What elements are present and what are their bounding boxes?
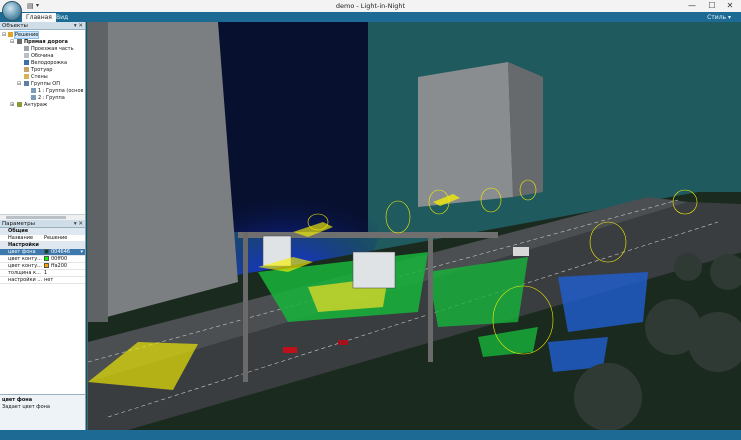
- params-panel-title: Параметры: [2, 221, 35, 227]
- chevron-down-icon[interactable]: ▾: [80, 249, 83, 256]
- prop-row-background-color[interactable]: цвет фона 004646 ▾: [0, 249, 85, 256]
- tree-expand-icon[interactable]: ⊞: [10, 102, 14, 109]
- style-menu[interactable]: Стиль ▾: [707, 13, 731, 22]
- gantry-pole: [243, 232, 248, 382]
- window-title: demo - Light-in-Night: [335, 2, 406, 10]
- building-left-side: [88, 22, 108, 322]
- tree-item-carriageway[interactable]: Проезжая часть: [24, 46, 74, 53]
- walls-icon: [24, 74, 29, 79]
- road-icon: [17, 39, 22, 44]
- objects-panel-header: Объекты ▾ ✕: [0, 22, 85, 30]
- luminaire-groups-icon: [24, 81, 29, 86]
- prop-row-name[interactable]: Название Решение: [0, 235, 85, 242]
- color-swatch: [44, 249, 49, 254]
- tree-item-sidewalk[interactable]: Тротуар: [24, 67, 52, 74]
- tree-item-walls[interactable]: Стены: [24, 74, 48, 81]
- car-red: [338, 340, 348, 345]
- building-center: [418, 62, 513, 207]
- tree-collapse-icon[interactable]: ⊟: [17, 81, 21, 88]
- van-white: [513, 247, 529, 256]
- tree-item-bike-lane[interactable]: Велодорожка: [24, 60, 67, 67]
- prop-row-contour-color-2[interactable]: цвет конту... ffa200: [0, 263, 85, 270]
- building-left: [88, 22, 238, 322]
- light-isoline-blue: [558, 272, 648, 332]
- close-button[interactable]: ✕: [721, 0, 739, 12]
- scrollbar-thumb[interactable]: [6, 216, 66, 219]
- car-red: [283, 347, 297, 353]
- ribbon-tab-bar: Главная Вид Стиль ▾: [0, 12, 741, 22]
- tree-item-roadside[interactable]: Обочина: [24, 53, 54, 60]
- tab-view[interactable]: Вид: [52, 13, 72, 22]
- tree-collapse-icon[interactable]: ⊟: [10, 39, 14, 46]
- tab-home[interactable]: Главная: [22, 13, 56, 22]
- tree-item-solution[interactable]: Решение: [8, 31, 40, 39]
- group-icon: [31, 88, 36, 93]
- bike-lane-icon: [24, 60, 29, 65]
- app-menu-button[interactable]: [2, 1, 22, 21]
- gantry-pole: [428, 237, 433, 362]
- prop-category-settings[interactable]: Настройки: [0, 242, 85, 249]
- tree-item-straight-road[interactable]: Прямая дорога: [17, 39, 68, 46]
- prop-row-contour-thickness[interactable]: толщина к... 1: [0, 270, 85, 277]
- tree-item-scenery[interactable]: Антураж: [17, 102, 47, 109]
- scene-render[interactable]: [88, 22, 741, 430]
- property-description: цвет фона Задает цвет фона: [0, 394, 85, 430]
- road-sign-panel: [352, 251, 396, 289]
- roadside-icon: [24, 53, 29, 58]
- objects-tree: ⊟ Решение ⊟ Прямая дорога Проезжая часть…: [0, 30, 85, 214]
- color-swatch: [44, 263, 49, 268]
- prop-row-settings[interactable]: настройки ... нет: [0, 277, 85, 284]
- tree-item-group-1[interactable]: 1 : Группа (основ: [31, 88, 83, 95]
- objects-panel-title: Объекты: [2, 23, 28, 29]
- description-title: цвет фона: [2, 397, 33, 403]
- minimize-button[interactable]: —: [683, 0, 701, 12]
- building-center-side: [508, 62, 543, 197]
- tree-item-luminaire-groups[interactable]: Группы ОП: [24, 81, 60, 88]
- maximize-button[interactable]: ☐: [703, 0, 721, 12]
- group-icon: [31, 95, 36, 100]
- solution-icon: [8, 32, 13, 37]
- title-bar: ▤ ▾ demo - Light-in-Night — ☐ ✕: [0, 0, 741, 21]
- scenery-icon: [17, 102, 22, 107]
- carriageway-icon: [24, 46, 29, 51]
- tree-collapse-icon[interactable]: ⊟: [2, 32, 6, 39]
- style-menu-label: Стиль: [707, 14, 727, 21]
- panel-pin-icon[interactable]: ▾ ✕: [74, 220, 83, 228]
- panel-pin-icon[interactable]: ▾ ✕: [74, 22, 83, 30]
- prop-category-general[interactable]: Общие: [0, 228, 85, 235]
- sidewalk-icon: [24, 67, 29, 72]
- params-panel-header: Параметры ▾ ✕: [0, 220, 85, 228]
- left-panel: Объекты ▾ ✕ ⊟ Решение ⊟ Прямая дорога Пр…: [0, 22, 86, 430]
- color-swatch: [44, 256, 49, 261]
- prop-row-contour-color-1[interactable]: цвет конту... 00ff00: [0, 256, 85, 263]
- property-grid: Общие Название Решение Настройки цвет фо…: [0, 228, 85, 284]
- description-text: Задает цвет фона: [2, 404, 50, 410]
- scene-viewport[interactable]: [87, 22, 741, 430]
- tree-item-group-2[interactable]: 2 : Группа: [31, 95, 65, 102]
- status-bar: [0, 430, 741, 440]
